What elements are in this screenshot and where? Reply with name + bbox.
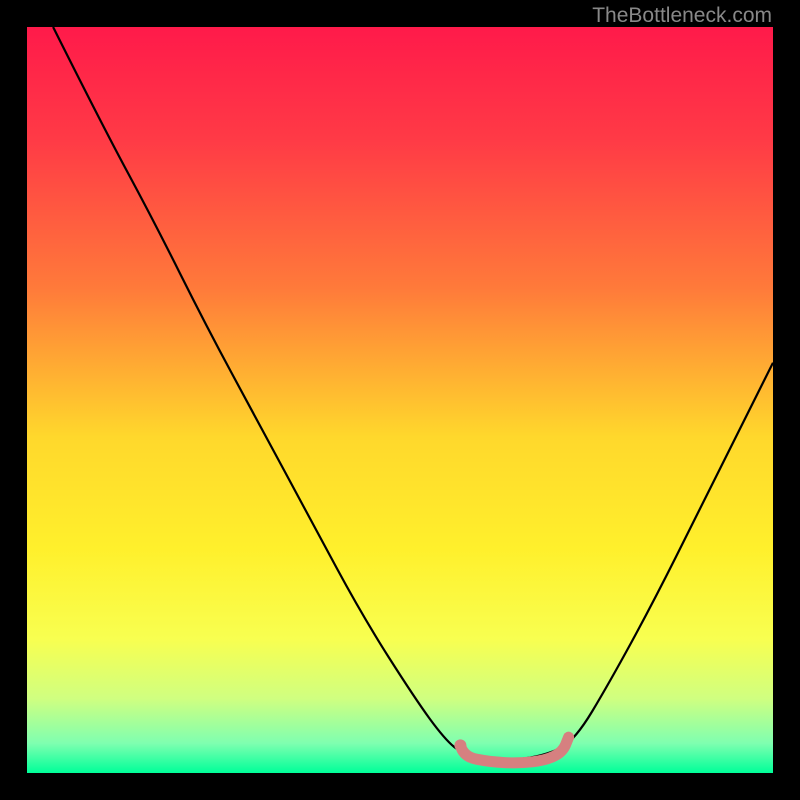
bottleneck-chart	[27, 27, 773, 773]
watermark-text: TheBottleneck.com	[592, 4, 772, 28]
chart-svg	[27, 27, 773, 773]
gradient-background	[27, 27, 773, 773]
optimal-start-dot	[454, 739, 466, 751]
